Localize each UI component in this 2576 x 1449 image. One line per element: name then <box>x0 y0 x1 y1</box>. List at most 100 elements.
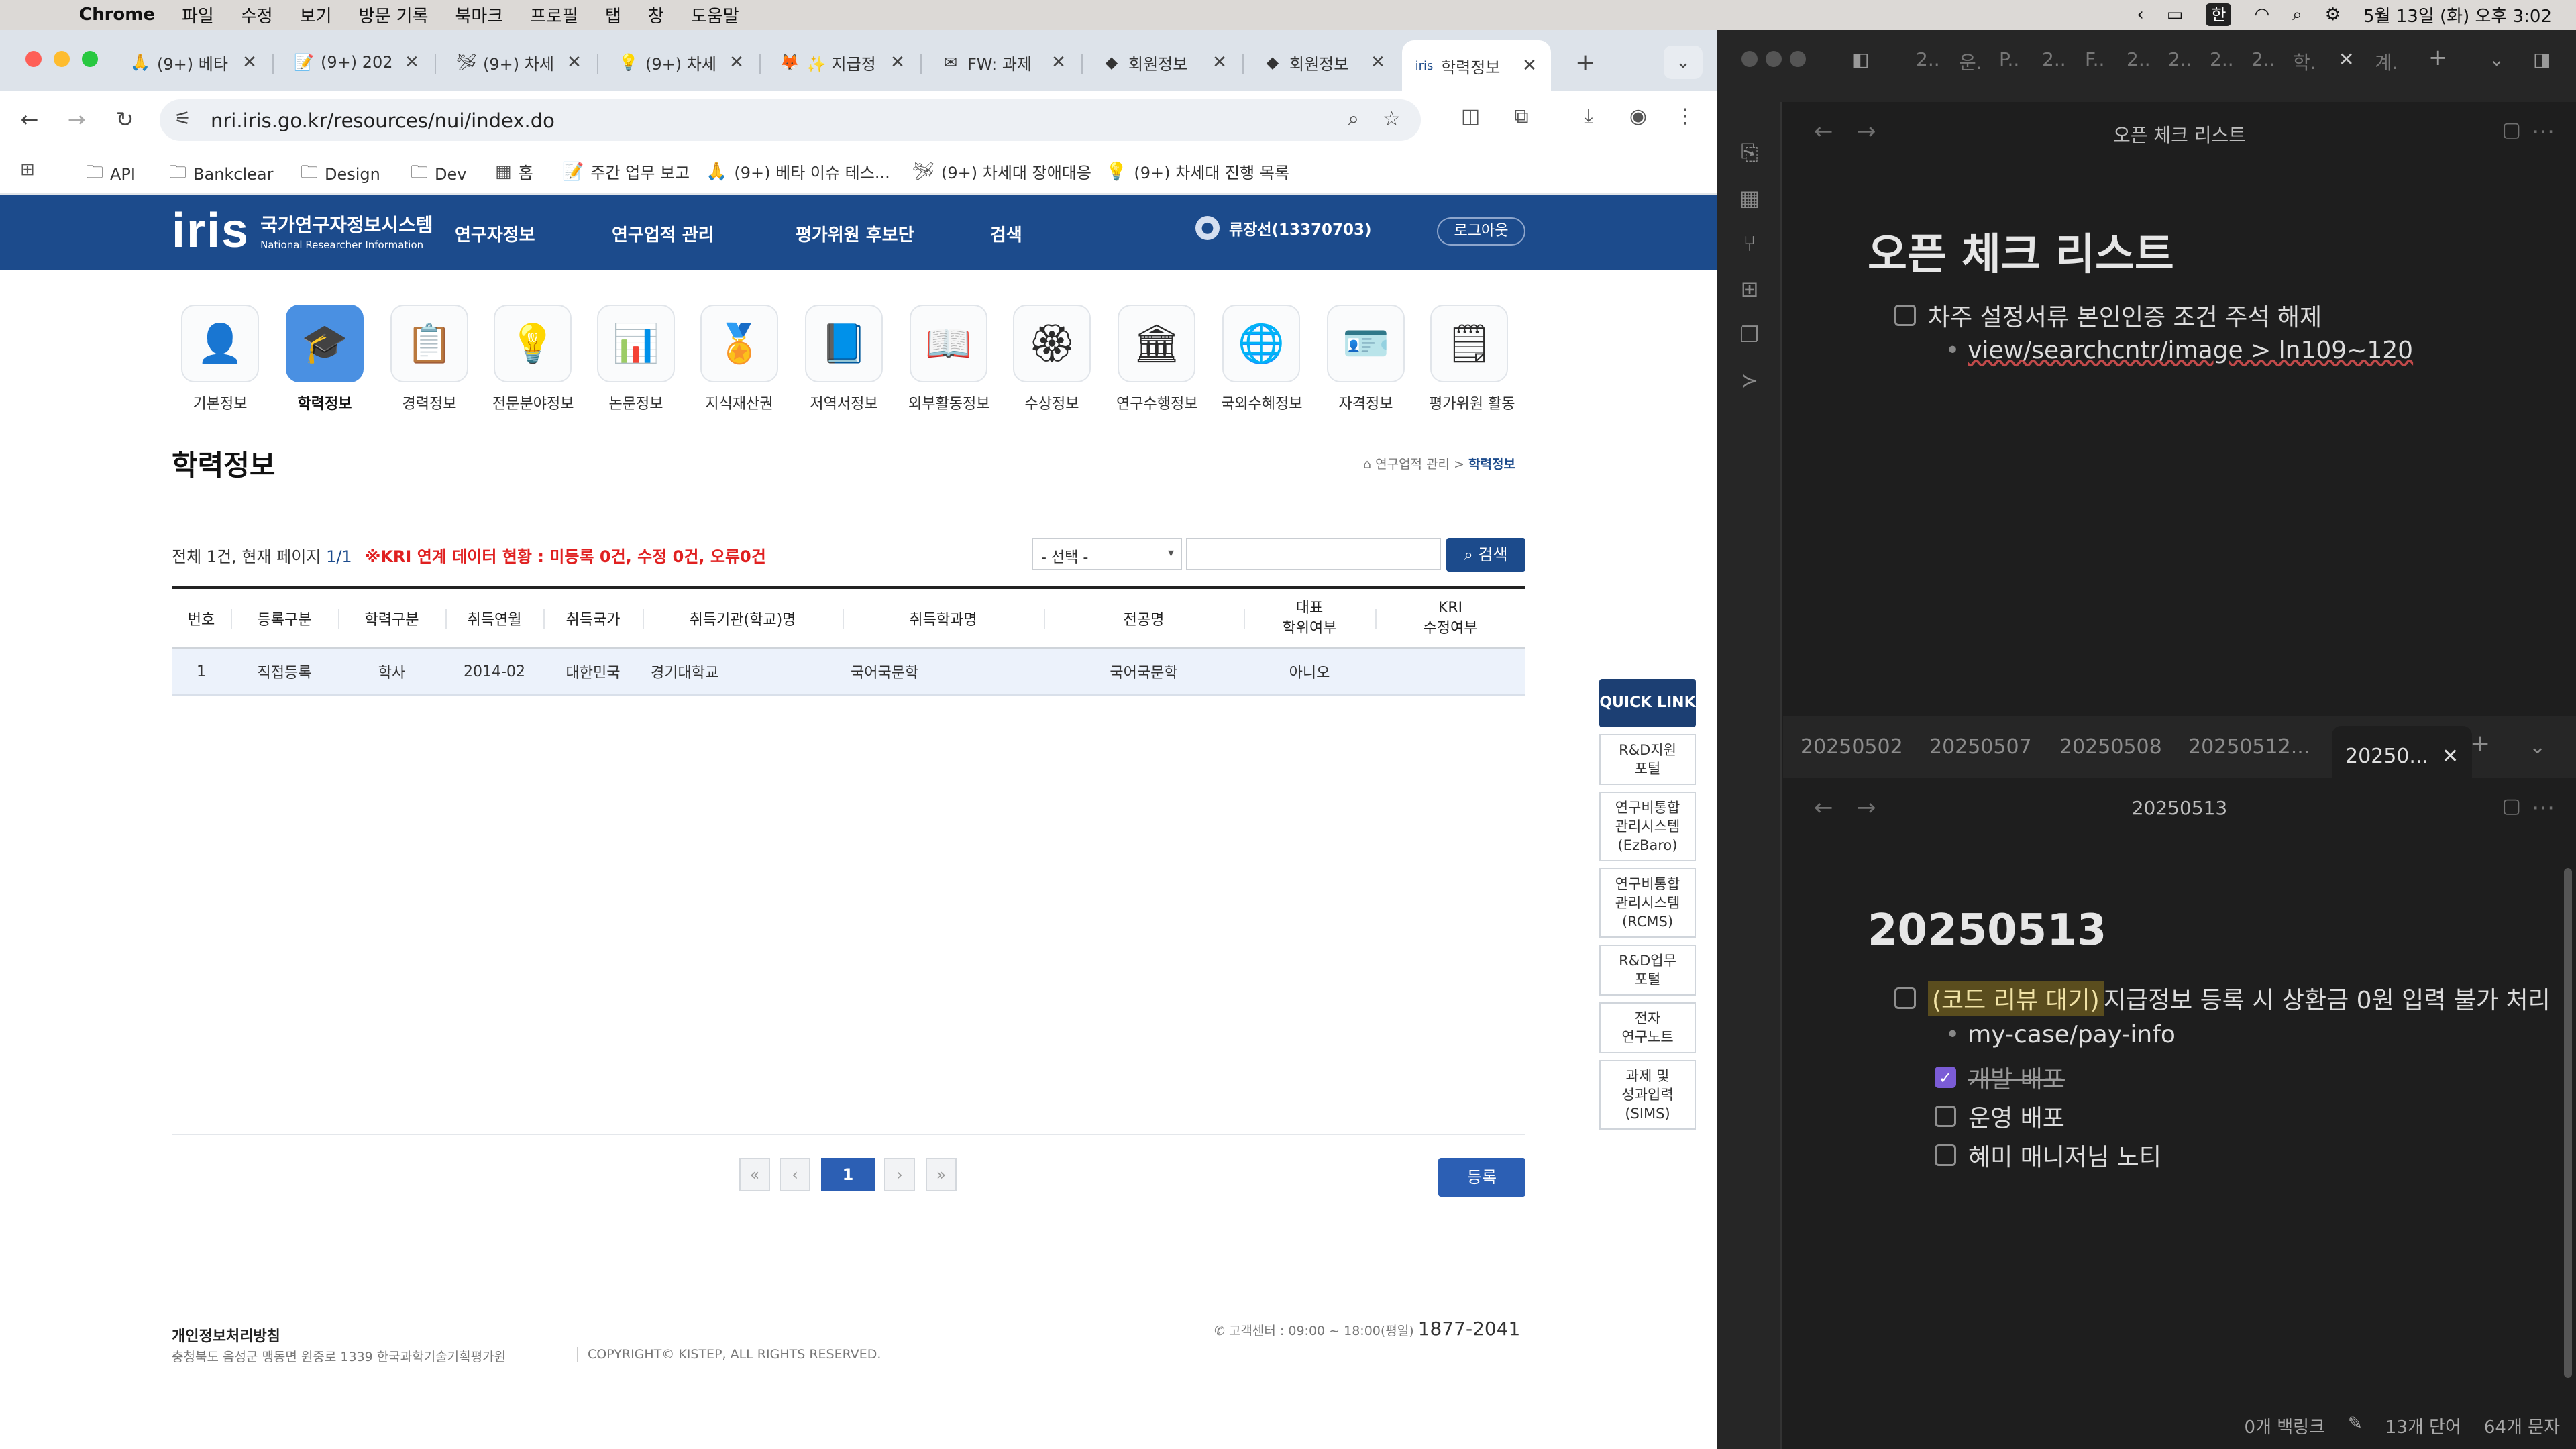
quick-link-rcms[interactable]: 연구비통합 관리시스템 (RCMS) <box>1599 868 1696 938</box>
zoom-icon[interactable]: ⌕ <box>1348 107 1359 131</box>
logout-button[interactable]: 로그아웃 <box>1437 217 1525 246</box>
bookmark-folder[interactable]: 🗀 API <box>86 160 136 189</box>
last-page-button[interactable]: » <box>926 1158 957 1191</box>
page-button-current[interactable]: 1 <box>821 1158 875 1191</box>
scrollbar[interactable] <box>2564 868 2572 1378</box>
apps-grid-icon[interactable]: ⊞ <box>20 160 42 180</box>
chevron-down-icon[interactable]: ⌄ <box>2529 735 2546 759</box>
download-icon[interactable]: ⤓ <box>1574 105 1603 128</box>
register-button[interactable]: 등록 <box>1438 1158 1525 1197</box>
more-options-icon[interactable]: ⋯ <box>2532 118 2555 145</box>
category-license-info[interactable]: 🪪 자격정보 <box>1326 305 1406 413</box>
profile-icon[interactable]: ◉ <box>1623 105 1653 128</box>
bookmark-link[interactable]: 💡 (9+) 차세대 진행 목록 <box>1106 160 1289 183</box>
menu-view[interactable]: 보기 <box>300 3 332 28</box>
tab[interactable]: 2.. <box>2251 48 2275 70</box>
chevron-down-icon[interactable]: ⌄ <box>2489 48 2504 70</box>
menubar-clock[interactable]: 5월 13일 (화) 오후 3:02 <box>2363 3 2552 28</box>
todo-item[interactable]: 차주 설정서류 본인인증 조건 주석 해제 <box>1894 298 2322 333</box>
category-expertise-info[interactable]: 💡 전문분야정보 <box>492 305 574 413</box>
address-url[interactable]: nri.iris.go.kr/resources/nui/index.do <box>211 109 555 132</box>
browser-tab[interactable]: 🙏 (9+) 베타 ✕ <box>118 43 271 82</box>
tab[interactable]: 2.. <box>2127 48 2151 70</box>
canvas-icon[interactable]: ⊞ <box>1736 276 1763 302</box>
category-paper-info[interactable]: 📊 논문정보 <box>596 305 676 413</box>
home-icon[interactable]: ⌂ <box>1363 457 1371 472</box>
close-tab-icon[interactable]: ✕ <box>240 52 259 72</box>
new-tab-button[interactable]: + <box>1563 43 1597 82</box>
menu-profile[interactable]: 프로필 <box>530 3 578 28</box>
table-row[interactable]: 1 직접등록 학사 2014-02 대한민국 경기대학교 국어국문학 국어국문학… <box>172 648 1525 696</box>
minimize-window-button[interactable] <box>54 51 70 67</box>
category-basic-info[interactable]: 👤 기본정보 <box>180 305 260 413</box>
input-method-indicator[interactable]: 한 <box>2206 3 2232 26</box>
close-tab-icon[interactable]: ✕ <box>2339 48 2354 70</box>
address-bar[interactable]: ⚟ nri.iris.go.kr/resources/nui/index.do … <box>160 99 1421 141</box>
category-overseas-info[interactable]: 🌐 국외수혜정보 <box>1221 305 1302 413</box>
back-icon[interactable]: ← <box>15 105 44 134</box>
close-tab-icon[interactable]: ✕ <box>2442 745 2459 768</box>
menu-file[interactable]: 파일 <box>182 3 214 28</box>
quick-link-sims[interactable]: 과제 및 성과입력 (SIMS) <box>1599 1060 1696 1130</box>
browser-tab[interactable]: ✉ FW: 과제 ✕ <box>928 43 1080 82</box>
screenshot-icon[interactable]: ◫ <box>1456 105 1485 128</box>
tab[interactable]: 20250502 <box>1801 735 1903 759</box>
menu-edit[interactable]: 수정 <box>241 3 273 28</box>
menu-tab[interactable]: 탭 <box>605 3 621 28</box>
terminal-icon[interactable]: ≻ <box>1736 368 1763 393</box>
bookmark-link[interactable]: 🛩 (9+) 차세대 장애대응 <box>912 160 1091 183</box>
browser-tab[interactable]: ◆ 회원정보 ✕ <box>1250 43 1399 82</box>
backlinks-count[interactable]: 0개 백링크 <box>2244 1413 2325 1438</box>
close-window-button[interactable] <box>1741 51 1758 67</box>
bookmark-star-icon[interactable]: ☆ <box>1383 107 1401 131</box>
category-career-info[interactable]: 📋 경력정보 <box>389 305 470 413</box>
search-button[interactable]: ⌕ 검색 <box>1446 538 1525 572</box>
zoom-window-button[interactable] <box>82 51 98 67</box>
site-info-icon[interactable]: ⚟ <box>174 107 191 129</box>
tab[interactable]: 2.. <box>2042 48 2066 70</box>
tab[interactable]: 20250507 <box>1929 735 2032 759</box>
site-logo[interactable]: iris 국가연구자정보시스템 National Researcher Info… <box>172 207 433 255</box>
nav-achievement-management[interactable]: 연구업적 관리 <box>612 221 714 246</box>
menu-help[interactable]: 도움말 <box>691 3 739 28</box>
menu-history[interactable]: 방문 기록 <box>359 3 429 28</box>
prev-page-button[interactable]: ‹ <box>780 1158 810 1191</box>
quick-link-e-lab-note[interactable]: 전자 연구노트 <box>1599 1002 1696 1053</box>
sidebar-toggle-icon[interactable]: ◧ <box>1851 48 1869 70</box>
minimize-window-button[interactable] <box>1766 51 1782 67</box>
tab[interactable]: 20250508 <box>2059 735 2162 759</box>
edit-icon[interactable]: ✎ <box>2348 1413 2363 1438</box>
menu-window[interactable]: 창 <box>648 3 664 28</box>
browser-tab[interactable]: 🛩 (9+) 차세 ✕ <box>444 43 596 82</box>
todo-item[interactable]: (코드 리뷰 대기) 지급정보 등록 시 상환금 0원 입력 불가 처리 <box>1894 981 2551 1016</box>
category-external-activity-info[interactable]: 📖 외부활동정보 <box>908 305 989 413</box>
todo-item-done[interactable]: ✓ 개발 배포 <box>1935 1060 2065 1095</box>
todo-item[interactable]: 혜미 매니저님 노티 <box>1935 1138 2161 1173</box>
bookmark-folder[interactable]: 🗀 Dev <box>411 160 466 189</box>
checkbox[interactable] <box>1935 1144 1956 1166</box>
reading-view-icon[interactable]: ▢ <box>2502 118 2521 142</box>
tab[interactable]: 계. <box>2375 48 2398 75</box>
battery-icon[interactable]: ▭ <box>2167 5 2184 25</box>
tab[interactable]: 2.. <box>1916 48 1940 70</box>
breadcrumb-parent[interactable]: 연구업적 관리 <box>1375 457 1450 472</box>
tab[interactable]: 20250512... <box>2188 735 2310 759</box>
search-type-select[interactable]: - 선택 - ▾ <box>1032 538 1182 570</box>
spotlight-search-icon[interactable]: ⌕ <box>2292 5 2302 25</box>
bookmark-folder[interactable]: 🗀 Design <box>301 160 380 189</box>
tab-active[interactable]: 20250... ✕ <box>2332 726 2473 778</box>
close-tab-icon[interactable]: ✕ <box>727 52 746 72</box>
new-tab-icon[interactable]: + <box>2428 44 2448 71</box>
new-tab-icon[interactable]: + <box>2470 730 2490 757</box>
nav-researcher-info[interactable]: 연구자정보 <box>455 221 535 246</box>
close-tab-icon[interactable]: ✕ <box>1049 52 1068 72</box>
checkbox[interactable] <box>1894 305 1916 326</box>
close-tab-icon[interactable]: ✕ <box>1368 52 1387 72</box>
next-page-button[interactable]: › <box>884 1158 915 1191</box>
tab[interactable]: 2.. <box>2168 48 2192 70</box>
bookmark-link[interactable]: 📝 주간 업무 보고 <box>562 160 690 183</box>
zoom-window-button[interactable] <box>1790 51 1806 67</box>
right-sidebar-toggle-icon[interactable]: ◨ <box>2533 48 2551 70</box>
quick-link-rnd-work-portal[interactable]: R&D업무 포털 <box>1599 945 1696 996</box>
menu-app-name[interactable]: Chrome <box>79 5 155 25</box>
